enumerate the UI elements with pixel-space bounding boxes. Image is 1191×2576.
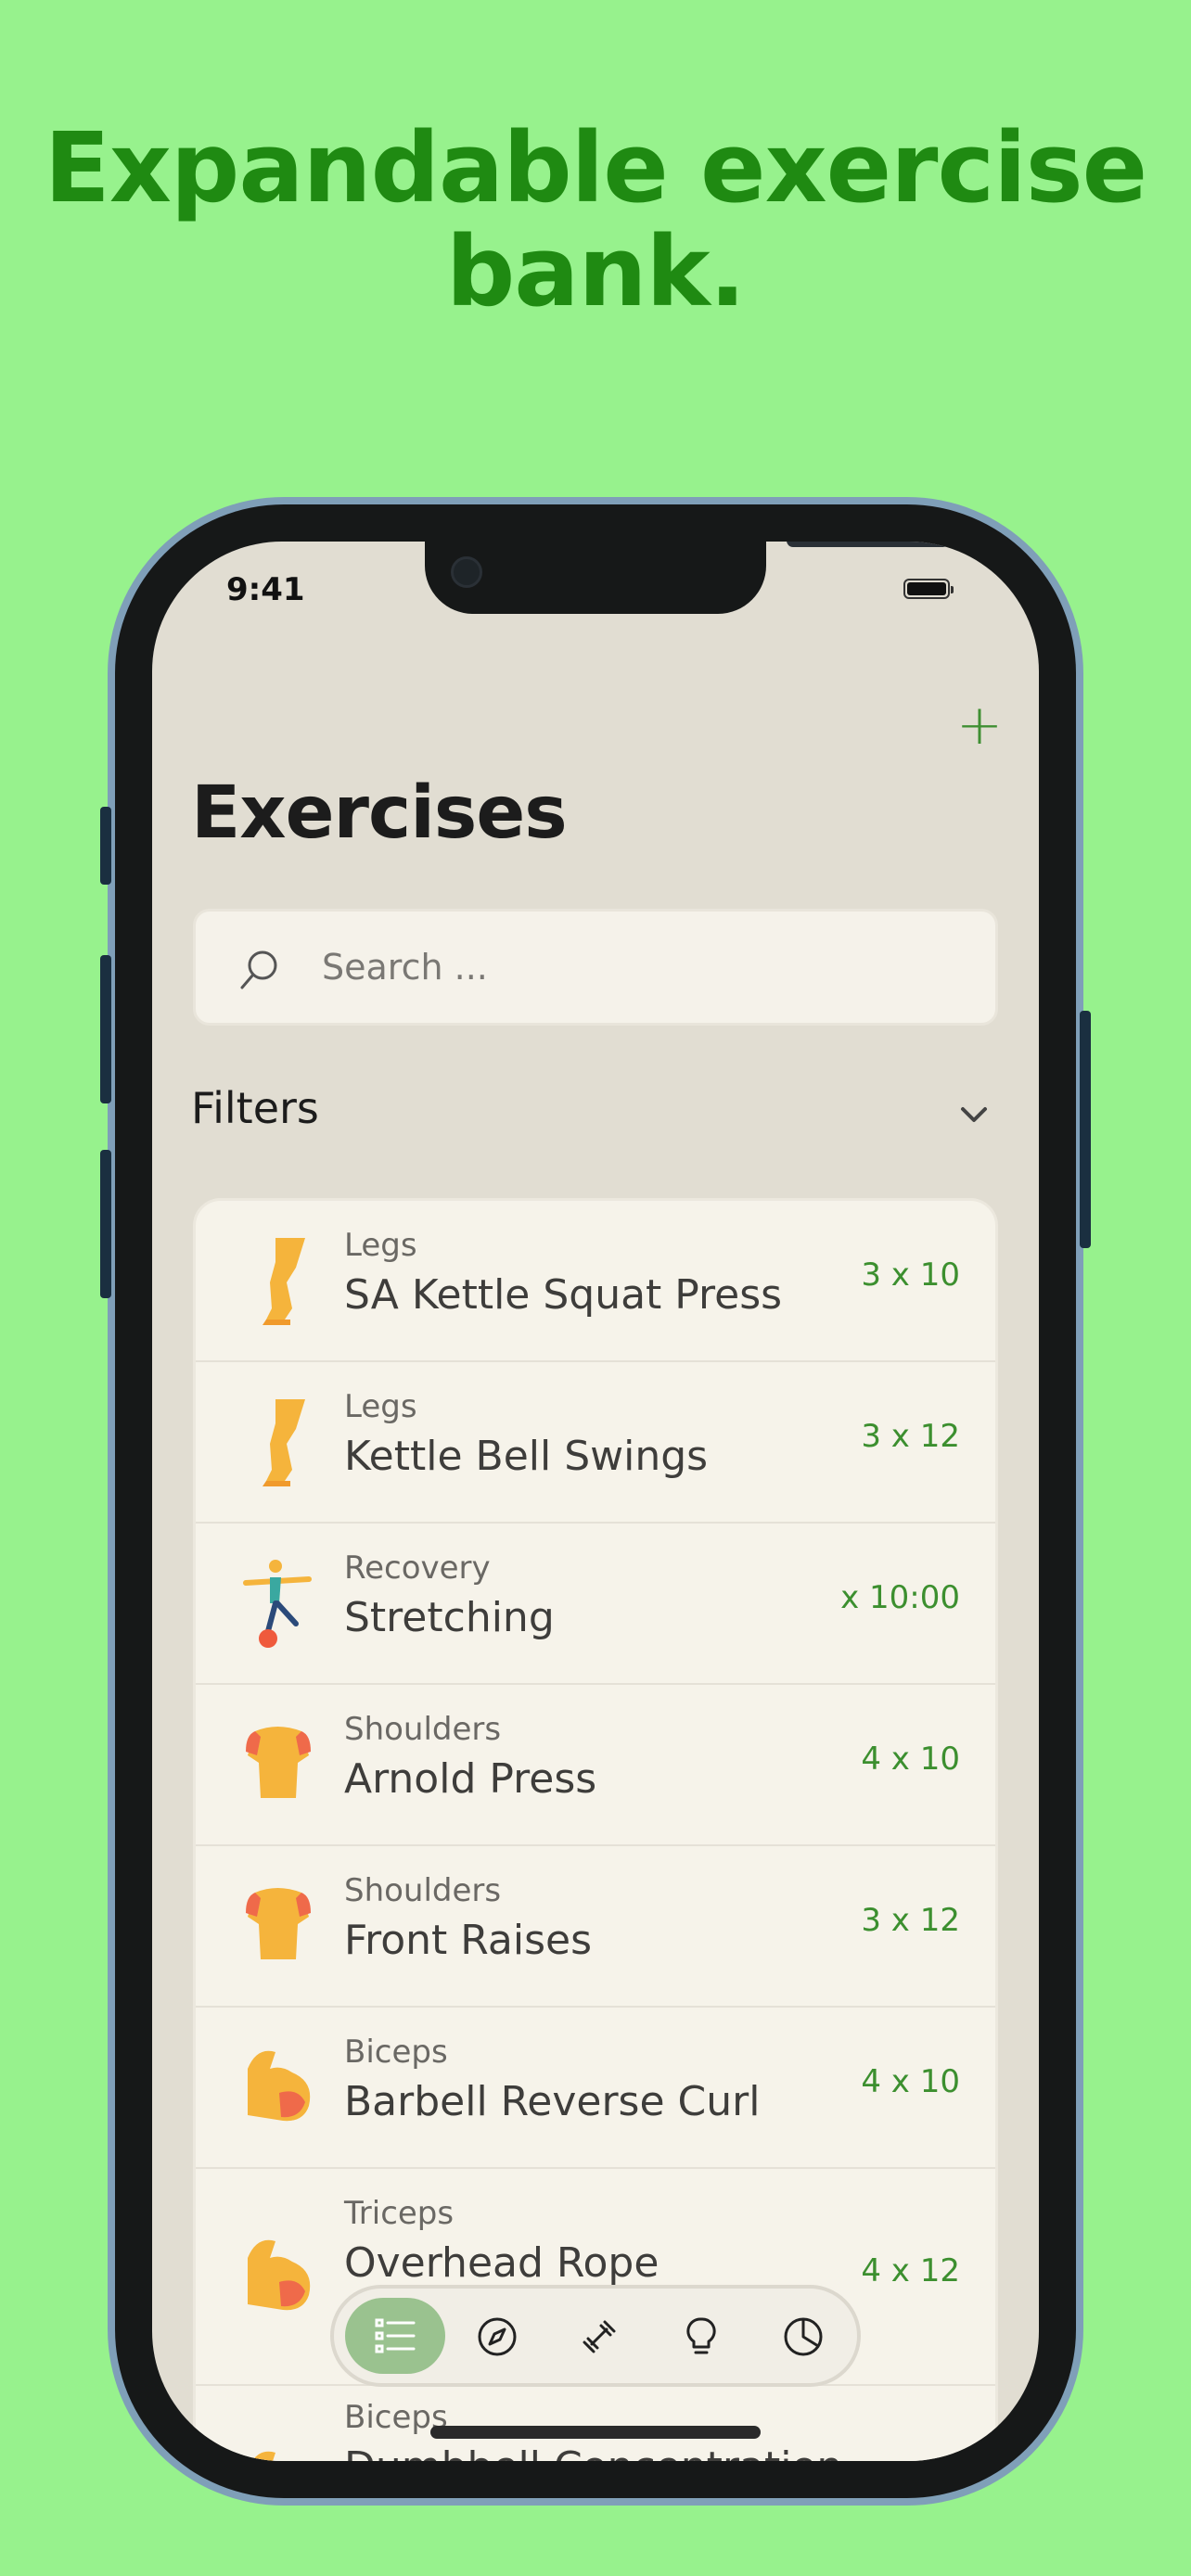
exercise-sets: 4 x 10 bbox=[861, 1741, 960, 1778]
exercise-row[interactable]: Shoulders Arnold Press 4 x 10 bbox=[196, 1685, 995, 1846]
exercise-name: Kettle Bell Swings bbox=[344, 1433, 709, 1480]
tab-tips[interactable] bbox=[651, 2298, 751, 2374]
tab-bar bbox=[330, 2285, 861, 2387]
exercise-category: Shoulders bbox=[344, 1872, 502, 1909]
exercise-row[interactable]: Recovery Stretching x 10:00 bbox=[196, 1524, 995, 1685]
exercise-sets: 3 x 12 bbox=[861, 1418, 960, 1455]
exercise-sets: 3 x 12 bbox=[861, 1902, 960, 1939]
exercise-sets: 3 x 10 bbox=[861, 1256, 960, 1294]
volume-down-button bbox=[100, 1150, 111, 1298]
shoulders-icon bbox=[246, 1727, 311, 1798]
phone-screen: 9:41 + Exercises Search ... Filters Legs… bbox=[152, 542, 1039, 2461]
chevron-down-icon[interactable] bbox=[957, 1103, 991, 1126]
exercise-row[interactable]: Legs Kettle Bell Swings 3 x 12 bbox=[196, 1362, 995, 1524]
leg-icon bbox=[263, 1399, 305, 1486]
exercise-name: Dumbbell Concentration bbox=[344, 2443, 842, 2461]
exercise-sets: 4 x 10 bbox=[861, 2063, 960, 2100]
status-time: 9:41 bbox=[226, 571, 305, 608]
balance-figure-icon bbox=[243, 1560, 312, 1648]
mute-switch bbox=[100, 807, 111, 885]
volume-up-button bbox=[100, 955, 111, 1103]
exercise-list[interactable]: Legs SA Kettle Squat Press 3 x 10 Legs K… bbox=[193, 1198, 998, 2461]
shoulders-icon bbox=[246, 1888, 311, 1959]
search-placeholder: Search ... bbox=[322, 947, 488, 988]
compass-icon bbox=[478, 2317, 517, 2356]
lightbulb-icon bbox=[686, 2317, 716, 2354]
exercise-name: Arnold Press bbox=[344, 1755, 597, 1803]
exercise-category: Shoulders bbox=[344, 1711, 502, 1748]
exercise-row[interactable]: Biceps Dumbbell Concentration bbox=[196, 2386, 995, 2461]
exercise-name: Front Raises bbox=[344, 1917, 592, 1964]
exercise-name: Barbell Reverse Curl bbox=[344, 2078, 761, 2125]
speaker bbox=[787, 542, 950, 547]
power-button bbox=[1080, 1011, 1091, 1248]
add-exercise-button[interactable]: + bbox=[954, 697, 1005, 753]
home-indicator[interactable] bbox=[430, 2426, 761, 2439]
search-field[interactable]: Search ... bbox=[193, 909, 998, 1026]
exercise-category: Biceps bbox=[344, 2034, 448, 2071]
flexed-bicep-icon bbox=[251, 2451, 275, 2461]
camera bbox=[451, 556, 482, 588]
exercise-sets: 4 x 12 bbox=[861, 2252, 960, 2289]
exercise-row[interactable]: Biceps Barbell Reverse Curl 4 x 10 bbox=[196, 2008, 995, 2169]
exercise-category: Legs bbox=[344, 1227, 417, 1264]
tab-stats[interactable] bbox=[753, 2298, 853, 2374]
exercise-name: Stretching bbox=[344, 1594, 555, 1641]
battery-icon bbox=[903, 579, 954, 599]
dumbbell-icon bbox=[583, 2320, 616, 2353]
tab-exercises[interactable] bbox=[345, 2298, 445, 2374]
exercise-name: SA Kettle Squat Press bbox=[344, 1271, 783, 1319]
tab-explore[interactable] bbox=[447, 2298, 547, 2374]
exercise-category: Recovery bbox=[344, 1549, 491, 1587]
pie-chart-icon bbox=[784, 2317, 823, 2356]
page-title: Exercises bbox=[191, 772, 568, 855]
search-icon bbox=[240, 950, 277, 989]
exercise-category: Legs bbox=[344, 1388, 417, 1425]
list-icon bbox=[375, 2318, 416, 2353]
headline: Expandable exercise bank. bbox=[44, 111, 1147, 328]
filters-toggle-label[interactable]: Filters bbox=[191, 1083, 319, 1133]
notch bbox=[425, 542, 950, 614]
exercise-sets: x 10:00 bbox=[840, 1579, 960, 1616]
exercise-row[interactable]: Shoulders Front Raises 3 x 12 bbox=[196, 1846, 995, 2008]
exercise-name: Overhead Rope bbox=[344, 2239, 660, 2287]
tab-workouts[interactable] bbox=[549, 2298, 649, 2374]
exercise-row[interactable]: Legs SA Kettle Squat Press 3 x 10 bbox=[196, 1201, 995, 1362]
leg-icon bbox=[263, 1238, 305, 1325]
flexed-bicep-icon bbox=[248, 2050, 311, 2122]
exercise-category: Triceps bbox=[344, 2195, 455, 2232]
flexed-bicep-icon bbox=[248, 2239, 311, 2311]
